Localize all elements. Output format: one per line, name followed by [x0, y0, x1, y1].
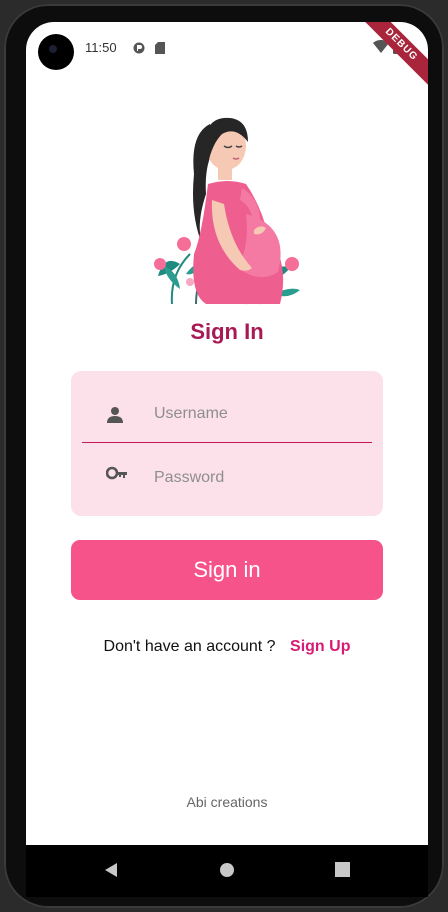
login-form-card [71, 371, 383, 516]
status-bar: 11:50 [26, 36, 428, 60]
back-icon[interactable] [103, 862, 119, 883]
android-nav-bar [26, 845, 428, 897]
sign-in-button[interactable]: Sign in [71, 540, 383, 600]
sd-card-icon [155, 41, 165, 59]
sign-up-link[interactable]: Sign Up [290, 638, 350, 655]
page-title: Sign In [190, 319, 264, 344]
home-icon[interactable] [219, 862, 235, 883]
app-screen: 11:50 DEBUG Sign In Username Sign in Don… [26, 22, 428, 845]
recents-icon[interactable] [335, 862, 350, 882]
password-field[interactable] [82, 448, 372, 506]
status-time: 11:50 [85, 40, 117, 55]
pregnant-woman-illustration [154, 117, 300, 305]
signup-prompt: Don't have an account ? [103, 638, 276, 655]
key-icon [105, 466, 128, 485]
password-input[interactable] [152, 462, 366, 494]
sync-icon [133, 41, 145, 59]
username-field[interactable] [82, 384, 372, 443]
signup-row: Don't have an account ? Sign Up [26, 638, 428, 656]
person-icon [106, 406, 124, 429]
username-input[interactable] [152, 398, 366, 430]
footer-credit: Abi creations [186, 794, 268, 810]
